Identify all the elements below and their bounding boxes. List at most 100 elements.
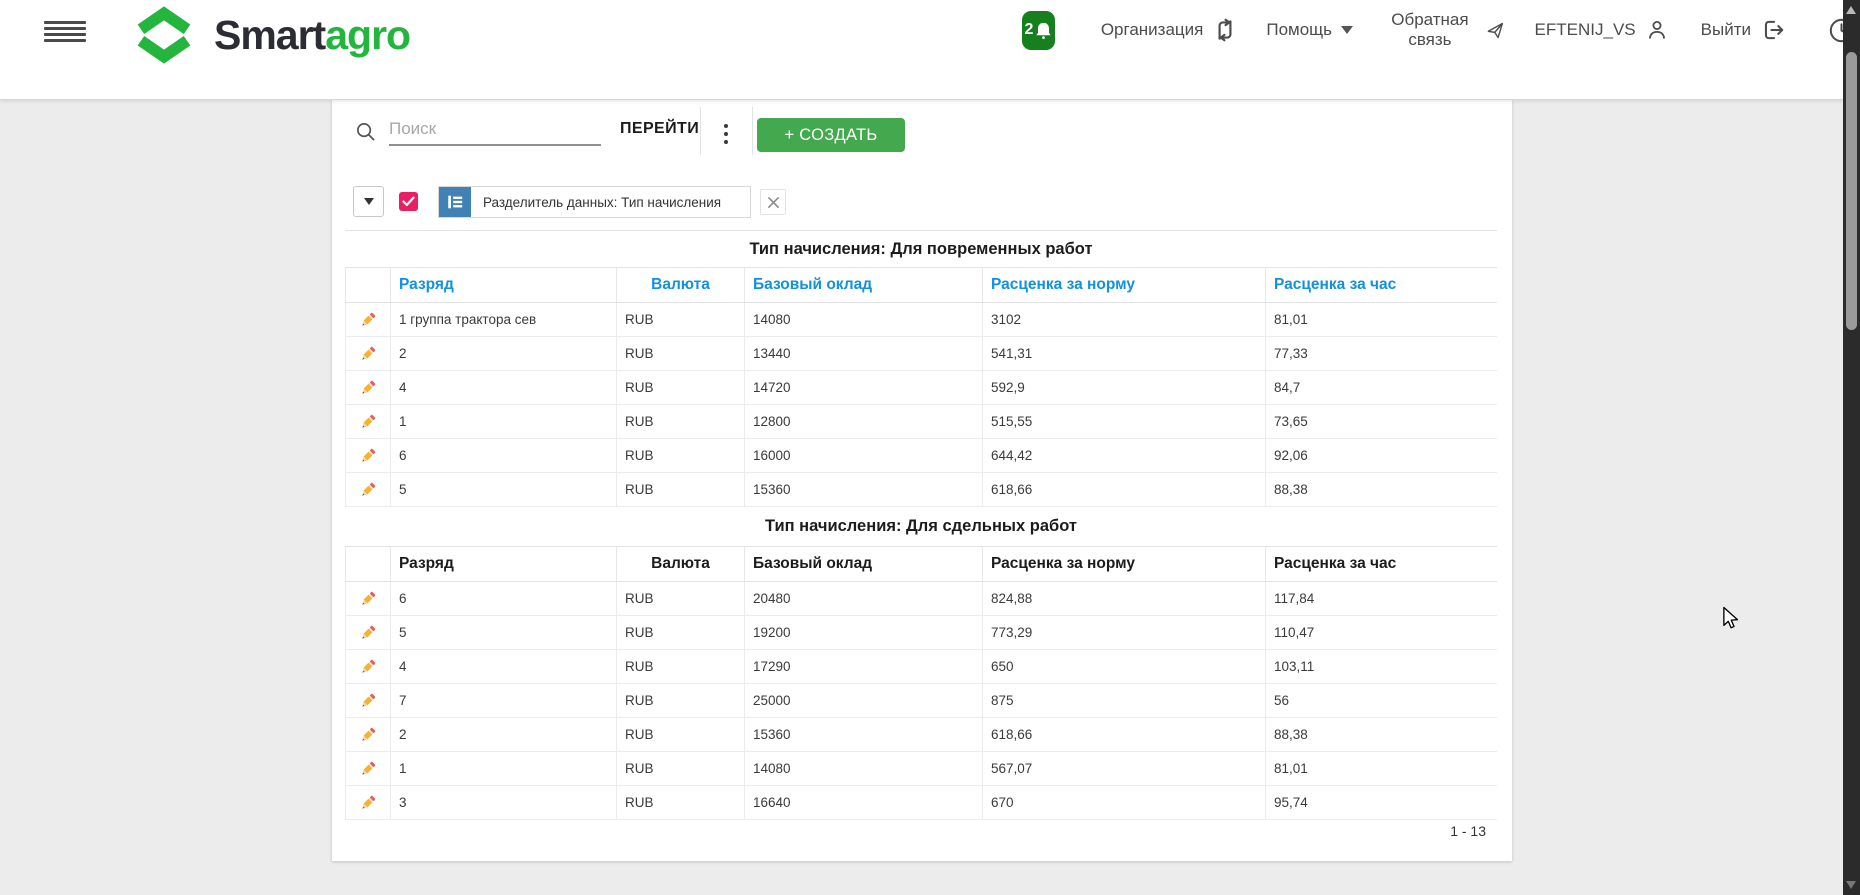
filter-checkbox[interactable]	[399, 192, 418, 211]
close-icon	[767, 196, 780, 209]
grid-cell: 4	[391, 650, 617, 684]
edit-pencil-icon[interactable]	[359, 624, 377, 642]
vertical-scrollbar[interactable]	[1843, 0, 1860, 895]
grid-cell: 773,29	[983, 616, 1266, 650]
user-icon	[1645, 18, 1669, 42]
logo-text-agro: agro	[325, 12, 410, 58]
grid-cell: 618,66	[983, 473, 1266, 507]
edit-pencil-icon[interactable]	[359, 311, 377, 329]
column-header-valyuta[interactable]: Валюта	[617, 268, 745, 303]
column-header-bazovyj-oklad[interactable]: Базовый оклад	[745, 547, 983, 582]
menu-item-user[interactable]: EFTENIJ_VS	[1535, 18, 1669, 42]
logo-text: Smartagro	[214, 12, 410, 59]
control-break-chip[interactable]: Разделитель данных: Тип начисления	[438, 186, 751, 218]
app-header: Smartagro 2 Организация По	[0, 0, 1843, 100]
scrollbar-thumb[interactable]	[1846, 52, 1857, 330]
username-label: EFTENIJ_VS	[1535, 20, 1636, 40]
edit-pencil-icon[interactable]	[359, 447, 377, 465]
table-header-row: Разряд Валюта Базовый оклад Расценка за …	[346, 268, 1498, 303]
menu-item-feedback[interactable]: Обратная связь	[1383, 10, 1505, 50]
grid-cell: 541,31	[983, 337, 1266, 371]
edit-cell[interactable]	[346, 371, 391, 405]
grid-cell: 12800	[745, 405, 983, 439]
grid-cell: RUB	[617, 371, 745, 405]
grid-cell: RUB	[617, 786, 745, 820]
edit-cell[interactable]	[346, 303, 391, 337]
notifications-button[interactable]: 2	[1022, 11, 1055, 50]
edit-cell[interactable]	[346, 439, 391, 473]
column-header-valyuta[interactable]: Валюта	[617, 547, 745, 582]
column-header-rascenka-za-normu[interactable]: Расценка за норму	[983, 547, 1266, 582]
grid-cell: RUB	[617, 684, 745, 718]
column-header-razryad[interactable]: Разряд	[391, 268, 617, 303]
logout-icon	[1760, 17, 1786, 43]
grid-cell: RUB	[617, 337, 745, 371]
edit-cell[interactable]	[346, 752, 391, 786]
filter-dropdown-button[interactable]	[353, 186, 384, 217]
table-row: 4RUB17290650103,11	[346, 650, 1498, 684]
grid-cell: 875	[983, 684, 1266, 718]
edit-cell[interactable]	[346, 582, 391, 616]
edit-pencil-icon[interactable]	[359, 481, 377, 499]
edit-pencil-icon[interactable]	[359, 413, 377, 431]
edit-cell[interactable]	[346, 337, 391, 371]
control-break-label: Разделитель данных: Тип начисления	[471, 195, 721, 210]
edit-pencil-icon[interactable]	[359, 726, 377, 744]
edit-pencil-icon[interactable]	[359, 760, 377, 778]
column-header-rascenka-za-chas[interactable]: Расценка за час	[1266, 547, 1498, 582]
edit-pencil-icon[interactable]	[359, 658, 377, 676]
table-row: 6RUB20480824,88117,84	[346, 582, 1498, 616]
grid-cell: 13440	[745, 337, 983, 371]
edit-pencil-icon[interactable]	[359, 794, 377, 812]
organization-label: Организация	[1101, 20, 1204, 40]
edit-cell[interactable]	[346, 718, 391, 752]
table-row: 2RUB13440541,3177,33	[346, 337, 1498, 371]
remove-filter-button[interactable]	[760, 189, 786, 215]
edit-cell[interactable]	[346, 473, 391, 507]
actions-kebab-icon[interactable]	[710, 114, 742, 154]
grid-cell: 77,33	[1266, 337, 1498, 371]
scroll-down-arrow-icon[interactable]	[1846, 881, 1856, 889]
grid-cell: RUB	[617, 473, 745, 507]
table-row: 1RUB12800515,5573,65	[346, 405, 1498, 439]
grid-cell: 14080	[745, 303, 983, 337]
column-header-rascenka-za-chas[interactable]: Расценка за час	[1266, 268, 1498, 303]
go-button[interactable]: ПЕРЕЙТИ	[620, 120, 699, 138]
column-header-razryad[interactable]: Разряд	[391, 547, 617, 582]
edit-pencil-icon[interactable]	[359, 379, 377, 397]
grid-cell: RUB	[617, 616, 745, 650]
grid-cell: 17290	[745, 650, 983, 684]
edit-cell[interactable]	[346, 684, 391, 718]
search-input[interactable]	[389, 114, 601, 146]
grid-cell: 6	[391, 582, 617, 616]
grid-cell: 2	[391, 337, 617, 371]
edit-cell[interactable]	[346, 650, 391, 684]
logo-text-smart: Smart	[214, 12, 325, 58]
menu-item-help[interactable]: Помощь	[1266, 20, 1353, 40]
create-button[interactable]: + СОЗДАТЬ	[757, 118, 905, 152]
column-header-rascenka-za-normu[interactable]: Расценка за норму	[983, 268, 1266, 303]
grid-cell: 14720	[745, 371, 983, 405]
column-header-bazovyj-oklad[interactable]: Базовый оклад	[745, 268, 983, 303]
table-row: 1 группа трактора севRUB14080310281,01	[346, 303, 1498, 337]
edit-cell[interactable]	[346, 616, 391, 650]
menu-item-organization[interactable]: Организация	[1101, 17, 1239, 43]
edit-pencil-icon[interactable]	[359, 692, 377, 710]
edit-pencil-icon[interactable]	[359, 590, 377, 608]
hamburger-icon[interactable]	[44, 21, 86, 42]
edit-cell[interactable]	[346, 786, 391, 820]
table-row: 5RUB19200773,29110,47	[346, 616, 1498, 650]
edit-cell[interactable]	[346, 405, 391, 439]
grid-cell: RUB	[617, 718, 745, 752]
application-window: Smartagro 2 Организация По	[0, 0, 1860, 895]
grid-cell: 4	[391, 371, 617, 405]
grid-cell: RUB	[617, 752, 745, 786]
table-row: 3RUB1664067095,74	[346, 786, 1498, 820]
menu-item-logout[interactable]: Выйти	[1701, 17, 1786, 43]
report-card: ПЕРЕЙТИ + СОЗДАТЬ Разделит	[332, 100, 1512, 861]
edit-pencil-icon[interactable]	[359, 345, 377, 363]
scroll-up-arrow-icon[interactable]	[1846, 6, 1856, 14]
checkbox-check-icon	[402, 196, 415, 207]
grid-cell: 84,7	[1266, 371, 1498, 405]
brand-logo[interactable]: Smartagro	[128, 6, 410, 64]
